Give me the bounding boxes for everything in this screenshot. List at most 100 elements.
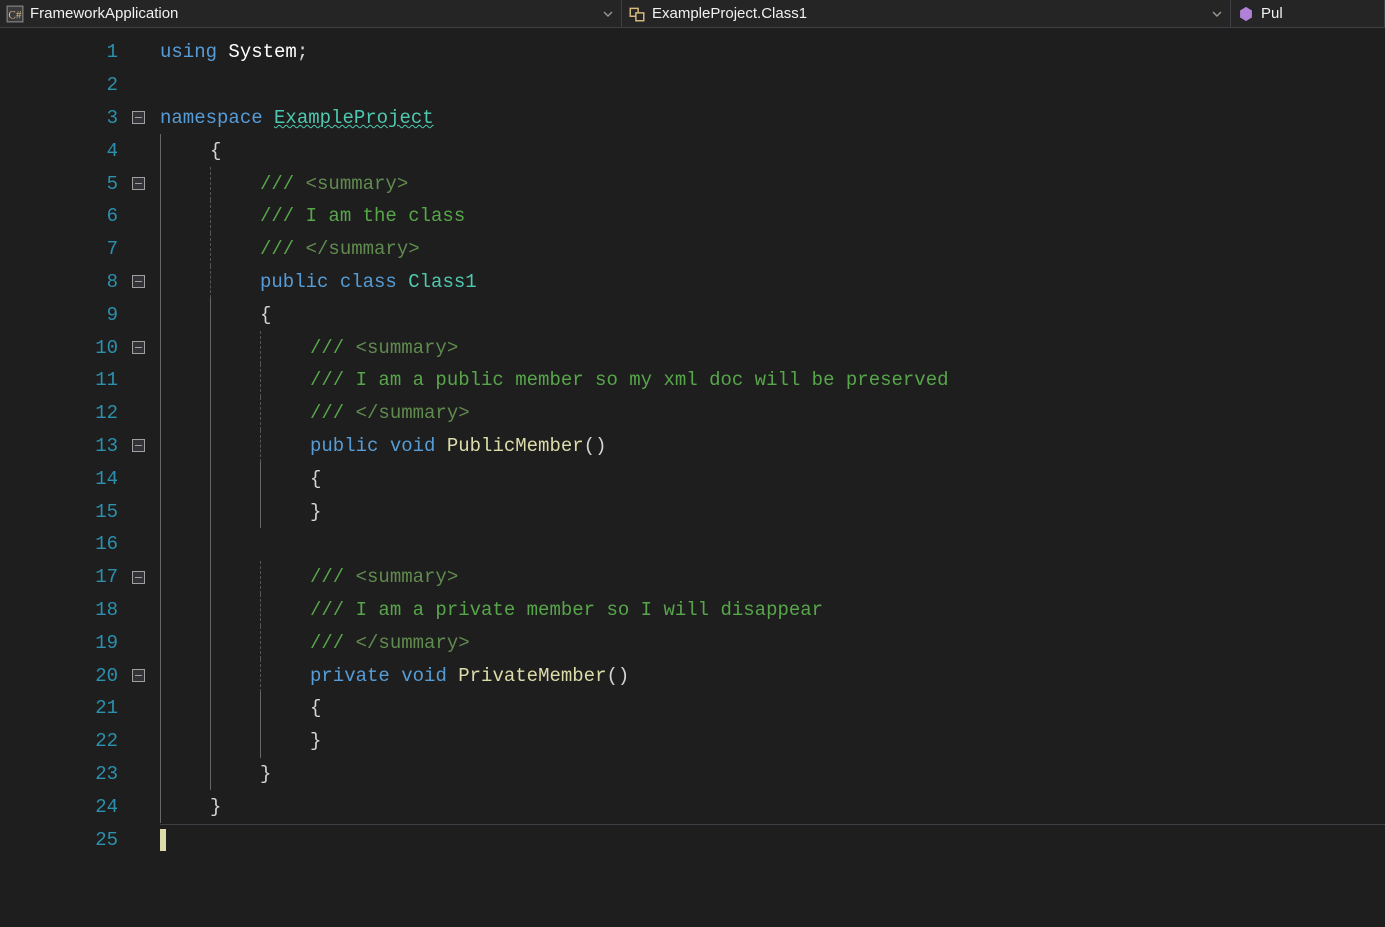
- code-token: [328, 271, 339, 293]
- gutter-row: 1: [0, 36, 160, 69]
- code-token: public: [260, 271, 328, 293]
- class-scope-label: ExampleProject.Class1: [652, 5, 1210, 22]
- gutter-row: 2: [0, 69, 160, 102]
- class-icon: [628, 5, 646, 23]
- gutter-row: 4: [0, 134, 160, 167]
- code-line[interactable]: {: [160, 692, 1385, 725]
- code-line[interactable]: /// I am a public member so my xml doc w…: [160, 364, 1385, 397]
- member-scope-label: Pul: [1261, 5, 1378, 22]
- code-token: [378, 435, 389, 457]
- gutter-row: 10: [0, 331, 160, 364]
- code-token: private: [310, 665, 390, 687]
- code-token: ///: [260, 238, 306, 260]
- fold-toggle[interactable]: [132, 571, 145, 584]
- line-number: 19: [0, 632, 128, 654]
- indent-guide: [160, 758, 210, 791]
- code-line[interactable]: }: [160, 758, 1385, 791]
- code-line[interactable]: {: [160, 462, 1385, 495]
- code-line[interactable]: /// <summary>: [160, 331, 1385, 364]
- code-token: [447, 665, 458, 687]
- fold-toggle[interactable]: [132, 177, 145, 190]
- line-number: 21: [0, 697, 128, 719]
- code-line[interactable]: {: [160, 298, 1385, 331]
- line-number: 6: [0, 205, 128, 227]
- gutter-row: 11: [0, 364, 160, 397]
- code-token: using: [160, 41, 217, 63]
- class-scope-dropdown[interactable]: ExampleProject.Class1: [622, 0, 1231, 27]
- indent-guide: [210, 200, 260, 233]
- fold-column: [128, 669, 148, 682]
- line-number: 3: [0, 107, 128, 129]
- code-line[interactable]: [160, 69, 1385, 102]
- code-line[interactable]: public void PublicMember(): [160, 430, 1385, 463]
- code-token: namespace: [160, 107, 263, 129]
- indent-guide: [160, 397, 210, 430]
- code-line[interactable]: [160, 823, 1385, 856]
- indent-guide: [210, 233, 260, 266]
- code-line[interactable]: }: [160, 495, 1385, 528]
- line-number: 8: [0, 271, 128, 293]
- code-token: </summary>: [356, 632, 470, 654]
- indent-guide: [160, 528, 210, 561]
- project-scope-dropdown[interactable]: C# FrameworkApplication: [0, 0, 622, 27]
- code-content[interactable]: using System;namespace ExampleProject{//…: [160, 28, 1385, 927]
- indent-guide: [160, 167, 210, 200]
- line-number: 13: [0, 435, 128, 457]
- line-number: 17: [0, 566, 128, 588]
- fold-column: [128, 111, 148, 124]
- gutter-row: 20: [0, 659, 160, 692]
- code-line[interactable]: public class Class1: [160, 266, 1385, 299]
- code-token: void: [390, 435, 436, 457]
- indent-guide: [210, 725, 260, 758]
- code-token: [217, 41, 228, 63]
- code-line[interactable]: {: [160, 134, 1385, 167]
- gutter-row: 15: [0, 495, 160, 528]
- code-line[interactable]: using System;: [160, 36, 1385, 69]
- code-line[interactable]: [160, 528, 1385, 561]
- fold-toggle[interactable]: [132, 341, 145, 354]
- code-editor[interactable]: 1234567891011121314151617181920212223242…: [0, 28, 1385, 927]
- member-scope-dropdown[interactable]: Pul: [1231, 0, 1385, 27]
- code-token: (): [584, 435, 607, 457]
- code-line[interactable]: namespace ExampleProject: [160, 102, 1385, 135]
- code-line[interactable]: /// </summary>: [160, 626, 1385, 659]
- code-line[interactable]: /// I am the class: [160, 200, 1385, 233]
- code-line[interactable]: /// </summary>: [160, 233, 1385, 266]
- fold-column: [128, 341, 148, 354]
- indent-guide: [160, 331, 210, 364]
- indent-guide: [260, 626, 310, 659]
- line-number: 15: [0, 501, 128, 523]
- indent-guide: [160, 790, 210, 823]
- code-token: public: [310, 435, 378, 457]
- code-line[interactable]: /// <summary>: [160, 167, 1385, 200]
- code-line[interactable]: }: [160, 790, 1385, 823]
- code-line[interactable]: /// </summary>: [160, 397, 1385, 430]
- indent-guide: [260, 561, 310, 594]
- project-scope-label: FrameworkApplication: [30, 5, 601, 22]
- indent-guide: [210, 561, 260, 594]
- gutter-row: 14: [0, 462, 160, 495]
- gutter-row: 22: [0, 725, 160, 758]
- code-line[interactable]: }: [160, 725, 1385, 758]
- fold-column: [128, 177, 148, 190]
- code-token: </summary>: [306, 238, 420, 260]
- fold-toggle[interactable]: [132, 111, 145, 124]
- navigation-bar: C# FrameworkApplication ExampleProject.C…: [0, 0, 1385, 28]
- line-number: 1: [0, 41, 128, 63]
- code-token: /// I am a public member so my xml doc w…: [310, 369, 949, 391]
- code-line[interactable]: /// I am a private member so I will disa…: [160, 594, 1385, 627]
- line-number: 11: [0, 369, 128, 391]
- line-number: 2: [0, 74, 128, 96]
- code-token: /// I am a private member so I will disa…: [310, 599, 823, 621]
- fold-toggle[interactable]: [132, 275, 145, 288]
- chevron-down-icon: [601, 0, 615, 27]
- line-number: 20: [0, 665, 128, 687]
- indent-guide: [210, 364, 260, 397]
- code-line[interactable]: /// <summary>: [160, 561, 1385, 594]
- fold-toggle[interactable]: [132, 669, 145, 682]
- line-number: 16: [0, 533, 128, 555]
- fold-toggle[interactable]: [132, 439, 145, 452]
- indent-guide: [160, 659, 210, 692]
- code-line[interactable]: private void PrivateMember(): [160, 659, 1385, 692]
- line-number: 22: [0, 730, 128, 752]
